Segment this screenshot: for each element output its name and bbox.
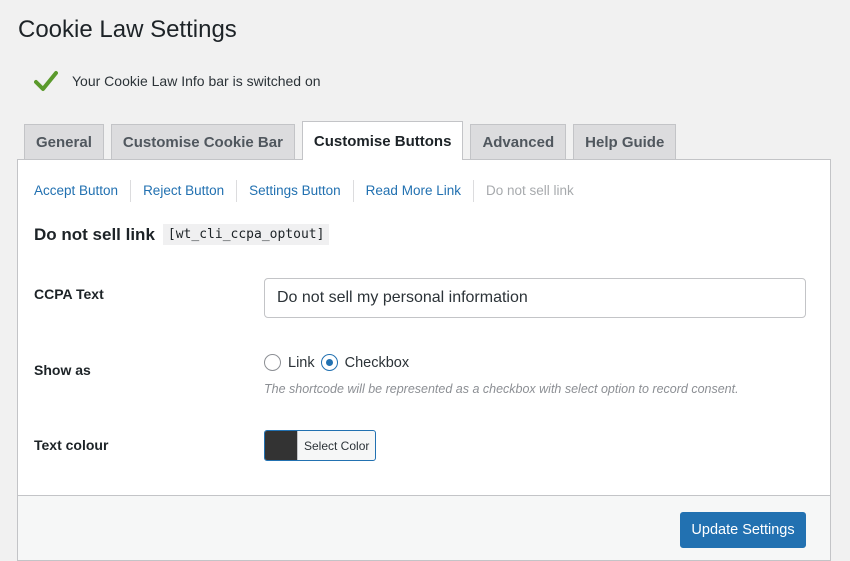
show-as-label: Show as [34, 362, 91, 378]
radio-link-label[interactable]: Link [288, 355, 315, 371]
section-heading: Do not sell link [wt_cli_ccpa_optout] [34, 224, 330, 245]
show-as-description: The shortcode will be represented as a c… [264, 382, 739, 396]
check-icon [34, 71, 58, 91]
footer-bar: Update Settings [17, 495, 831, 561]
tab-general[interactable]: General [24, 124, 104, 160]
shortcode: [wt_cli_ccpa_optout] [162, 224, 330, 245]
color-swatch[interactable] [265, 431, 297, 460]
show-as-options: Link Checkbox [264, 354, 415, 371]
text-colour-label: Text colour [34, 437, 109, 453]
settings-panel: Accept Button Reject Button Settings But… [17, 159, 831, 495]
page-title: Cookie Law Settings [18, 16, 237, 43]
tab-customise-cookie-bar[interactable]: Customise Cookie Bar [110, 124, 295, 160]
button-subnav: Accept Button Reject Button Settings But… [34, 180, 586, 202]
select-color-button[interactable]: Select Color [297, 431, 375, 460]
update-settings-button[interactable]: Update Settings [680, 512, 806, 548]
subnav-accept-button[interactable]: Accept Button [34, 180, 130, 202]
status-notice: Your Cookie Law Info bar is switched on [34, 70, 321, 92]
ccpa-text-input[interactable] [264, 278, 806, 318]
subnav-settings-button[interactable]: Settings Button [236, 180, 353, 202]
tab-help-guide[interactable]: Help Guide [573, 124, 677, 160]
section-title: Do not sell link [34, 224, 155, 244]
radio-checkbox-label[interactable]: Checkbox [345, 355, 409, 371]
text-colour-picker[interactable]: Select Color [264, 430, 377, 461]
tab-advanced[interactable]: Advanced [470, 124, 567, 160]
subnav-read-more-link[interactable]: Read More Link [352, 180, 473, 202]
subnav-do-not-sell-link: Do not sell link [472, 180, 586, 202]
radio-link[interactable] [264, 354, 281, 371]
radio-checkbox[interactable] [320, 354, 338, 371]
ccpa-text-label: CCPA Text [34, 286, 104, 302]
settings-tabs: General Customise Cookie Bar Customise B… [24, 121, 683, 160]
tab-customise-buttons[interactable]: Customise Buttons [301, 121, 464, 160]
subnav-reject-button[interactable]: Reject Button [130, 180, 236, 202]
notice-text: Your Cookie Law Info bar is switched on [72, 73, 321, 89]
